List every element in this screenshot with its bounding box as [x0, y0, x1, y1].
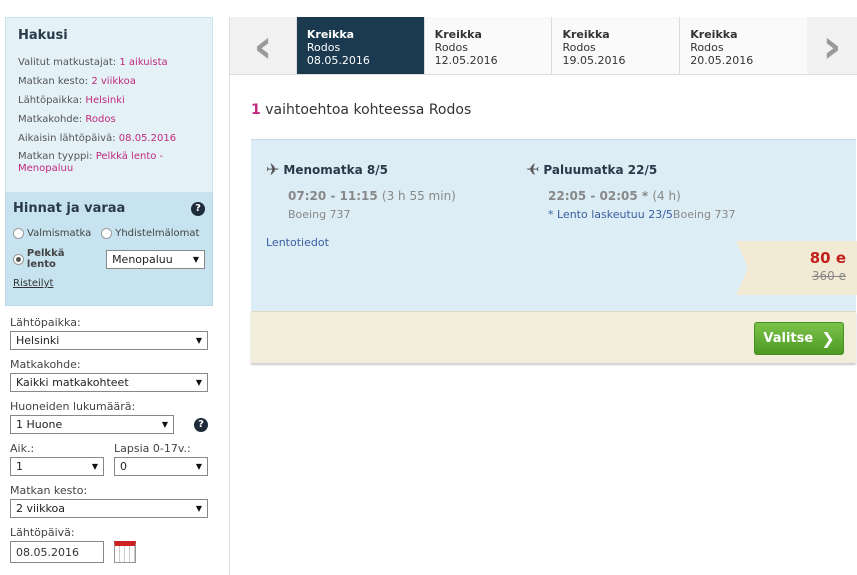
search-form: Lähtöpaikka: Helsinki ▼ Matkakohde: Kaikk…: [5, 306, 213, 563]
flight-details-link[interactable]: Lentotiedot: [266, 236, 329, 249]
return-aircraft: Boeing 737: [672, 208, 736, 221]
plane-return-icon: ✈: [526, 160, 540, 179]
radio-flight-only[interactable]: Pelkkä lento: [13, 248, 96, 270]
departure-select[interactable]: Helsinki ▼: [10, 331, 208, 350]
radio-icon[interactable]: [13, 228, 24, 239]
old-price: 360 e: [811, 269, 846, 283]
results-heading: 1 vaihtoehtoa kohteessa Rodos: [251, 102, 471, 118]
chevron-left-icon[interactable]: ‹: [230, 17, 296, 74]
summary-row-passengers: Valitut matkustajat: 1 aikuista: [18, 57, 168, 68]
chevron-down-icon: ▼: [91, 462, 98, 471]
date-tab-0[interactable]: Kreikka Rodos 08.05.2016: [295, 17, 424, 74]
chevron-down-icon: ▼: [161, 420, 168, 429]
search-sidebar: Hakusi Valitut matkustajat: 1 aikuista M…: [5, 17, 213, 575]
adults-select[interactable]: 1 ▼: [10, 457, 104, 476]
summary-row-earliest-date: Aikaisin lähtöpäivä: 08.05.2016: [18, 133, 177, 144]
date-tab-2[interactable]: Kreikka Rodos 19.05.2016: [551, 17, 680, 74]
chevron-right-icon[interactable]: ›: [807, 17, 857, 74]
outbound-leg: ✈ Menomatka 8/5 07:20 - 11:15 (3 h 55 mi…: [266, 160, 456, 221]
results-text: vaihtoehtoa kohteessa Rodos: [265, 102, 472, 118]
adults-label: Aik.:: [10, 442, 35, 455]
destination-label: Matkakohde:: [10, 358, 81, 371]
current-price: 80 e: [809, 249, 846, 267]
cruises-link[interactable]: Risteilyt: [13, 278, 53, 289]
chevron-down-icon: ▼: [192, 254, 199, 264]
summary-row-departure: Lähtöpaikka: Helsinki: [18, 95, 125, 106]
select-bar: Valitse ❯: [251, 311, 856, 363]
select-button[interactable]: Valitse ❯: [754, 322, 844, 355]
rooms-label: Huoneiden lukumäärä:: [10, 400, 136, 413]
chevron-right-icon: ❯: [821, 329, 835, 348]
duration-label: Matkan kesto:: [10, 484, 88, 497]
destination-select[interactable]: Kaikki matkakohteet ▼: [10, 373, 208, 392]
return-duration: (4 h): [652, 189, 681, 203]
landing-note: * Lento laskeutuu 23/5: [548, 208, 673, 221]
price-tag: 80 e 360 e: [736, 241, 857, 295]
prices-and-booking: Hinnat ja varaa ? Valmismatka Yhdistelmä…: [5, 193, 213, 306]
summary-row-duration: Matkan kesto: 2 viikkoa: [18, 76, 136, 87]
chevron-down-icon: ▼: [195, 504, 202, 513]
children-select[interactable]: 0 ▼: [114, 457, 208, 476]
date-tab-1[interactable]: Kreikka Rodos 12.05.2016: [423, 17, 552, 74]
results-panel: ‹ Kreikka Rodos 08.05.2016 Kreikka Rodos…: [229, 17, 857, 575]
summary-row-destination: Matkakohde: Rodos: [18, 114, 116, 125]
chevron-down-icon: ▼: [195, 336, 202, 345]
outbound-times: 07:20 - 11:15: [288, 189, 378, 203]
radio-combo-holiday[interactable]: Yhdistelmälomat: [101, 228, 199, 239]
outbound-duration: (3 h 55 min): [381, 189, 456, 203]
rooms-select[interactable]: 1 Huone ▼: [10, 415, 174, 434]
return-title: Paluumatka 22/5: [543, 162, 658, 177]
date-tabs: ‹ Kreikka Rodos 08.05.2016 Kreikka Rodos…: [230, 17, 857, 75]
plane-departure-icon: ✈: [266, 160, 280, 179]
prices-title: Hinnat ja varaa: [13, 201, 126, 216]
departure-date-input[interactable]: 08.05.2016: [10, 541, 104, 563]
chevron-down-icon: ▼: [195, 462, 202, 471]
date-label: Lähtöpäivä:: [10, 526, 75, 539]
results-count: 1: [251, 102, 261, 118]
search-summary: Hakusi Valitut matkustajat: 1 aikuista M…: [5, 17, 213, 193]
duration-select[interactable]: 2 viikkoa ▼: [10, 499, 208, 518]
flight-card: ✈ Menomatka 8/5 07:20 - 11:15 (3 h 55 mi…: [251, 139, 857, 311]
return-leg: ✈ Paluumatka 22/5 22:05 - 02:05 * (4 h) …: [526, 160, 735, 221]
return-times: 22:05 - 02:05 *: [548, 189, 649, 203]
radio-icon[interactable]: [101, 228, 113, 239]
help-icon[interactable]: ?: [194, 417, 208, 432]
help-icon[interactable]: ?: [191, 201, 205, 216]
date-tab-3[interactable]: Kreikka Rodos 20.05.2016: [679, 17, 808, 74]
outbound-aircraft: Boeing 737: [288, 208, 351, 221]
summary-title: Hakusi: [18, 28, 68, 43]
flight-type-select[interactable]: Menopaluu ▼: [106, 249, 205, 269]
children-label: Lapsia 0-17v.:: [114, 442, 191, 455]
summary-row-trip-type: Matkan tyyppi: Pelkkä lento - Menopaluu: [18, 151, 164, 174]
radio-checked-icon[interactable]: [13, 253, 24, 265]
chevron-down-icon: ▼: [195, 378, 202, 387]
radio-package-trip[interactable]: Valmismatka: [13, 228, 91, 239]
outbound-title: Menomatka 8/5: [283, 162, 388, 177]
departure-label: Lähtöpaikka:: [10, 316, 81, 329]
calendar-icon[interactable]: [114, 541, 136, 563]
